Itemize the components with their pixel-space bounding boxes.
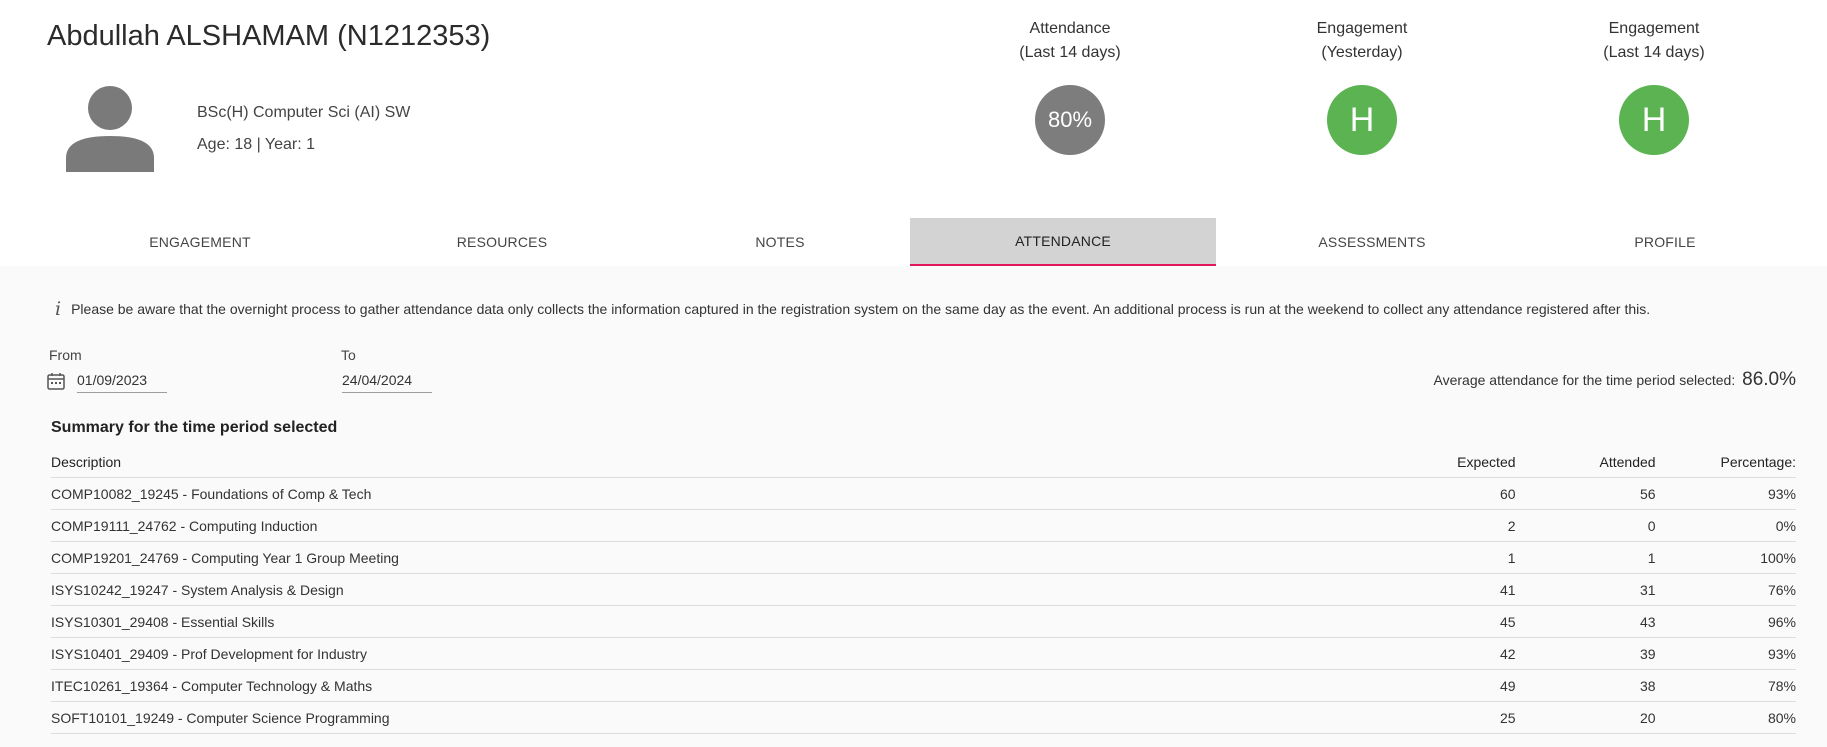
cell-attended: 0 [1515,509,1656,542]
attendance-14-days-metric: Attendance (Last 14 days) [960,17,1180,65]
cell-attended: 38 [1515,669,1656,702]
metric-period: (Last 14 days) [1019,44,1121,61]
average-label: Average attendance for the time period s… [1433,372,1736,388]
tab-bar: ENGAGEMENT RESOURCES NOTES ATTENDANCE AS… [0,218,1827,266]
cell-percentage: 80% [1655,701,1796,734]
column-header-attended: Attended [1515,446,1656,478]
metric-label: Engagement [1608,20,1700,37]
cell-expected: 42 [1417,637,1516,670]
tab-engagement[interactable]: ENGAGEMENT [47,218,353,266]
engagement-14-days-badge: H [1619,85,1689,155]
summary-title: Summary for the time period selected [51,419,338,436]
from-date-input[interactable]: 01/09/2023 [77,368,167,393]
cell-description: ITEC10261_19364 - Computer Technology & … [51,669,1418,702]
table-row: COMP10082_19245 - Foundations of Comp & … [51,477,1796,510]
cell-percentage: 96% [1655,605,1796,638]
cell-expected: 41 [1417,573,1516,606]
cell-percentage: 78% [1655,669,1796,702]
to-label: To [341,347,356,363]
cell-expected: 1 [1417,541,1516,574]
cell-description: ISYS10242_19247 - System Analysis & Desi… [51,573,1418,606]
table-row: SOFT10101_19249 - Computer Science Progr… [51,701,1796,734]
tab-notes[interactable]: NOTES [651,218,909,266]
attendance-14-days-badge: 80% [1035,85,1105,155]
engagement-yesterday-metric: Engagement (Yesterday) [1252,17,1472,65]
cell-description: COMP10082_19245 - Foundations of Comp & … [51,477,1418,510]
avatar-icon [66,86,154,172]
cell-percentage: 76% [1655,573,1796,606]
cell-attended: 39 [1515,637,1656,670]
cell-attended: 31 [1515,573,1656,606]
table-row: COMP19111_24762 - Computing Induction 2 … [51,509,1796,542]
metric-label: Attendance [1029,20,1111,37]
cell-attended: 20 [1515,701,1656,734]
engagement-14-days-metric: Engagement (Last 14 days) [1544,17,1764,65]
cell-attended: 1 [1515,541,1656,574]
table-row: COMP19201_24769 - Computing Year 1 Group… [51,541,1796,574]
column-header-description: Description [51,446,1418,478]
table-row: ITEC10261_19364 - Computer Technology & … [51,669,1796,702]
metric-period: (Last 14 days) [1603,44,1705,61]
cell-expected: 49 [1417,669,1516,702]
column-header-percentage: Percentage: [1655,446,1796,478]
from-label: From [49,347,82,363]
average-value: 86.0% [1742,369,1796,390]
cell-description: SOFT10101_19249 - Computer Science Progr… [51,701,1418,734]
metric-period: (Yesterday) [1321,44,1403,61]
cell-expected: 45 [1417,605,1516,638]
age-year: Age: 18 | Year: 1 [197,136,316,153]
cell-expected: 25 [1417,701,1516,734]
to-date-input[interactable]: 24/04/2024 [342,368,432,393]
attendance-notice: i Please be aware that the overnight pro… [55,298,1650,320]
tab-assessments[interactable]: ASSESSMENTS [1216,218,1528,266]
cell-description: ISYS10401_29409 - Prof Development for I… [51,637,1418,670]
cell-description: COMP19111_24762 - Computing Induction [51,509,1418,542]
cell-attended: 56 [1515,477,1656,510]
attendance-panel: i Please be aware that the overnight pro… [0,266,1827,747]
table-header-row: Description Expected Attended Percentage… [51,446,1796,478]
student-name: Abdullah ALSHAMAM (N1212353) [47,20,491,52]
cell-expected: 60 [1417,477,1516,510]
cell-percentage: 0% [1655,509,1796,542]
column-header-expected: Expected [1417,446,1516,478]
cell-attended: 43 [1515,605,1656,638]
tab-attendance[interactable]: ATTENDANCE [910,218,1216,266]
cell-description: ISYS10301_29408 - Essential Skills [51,605,1418,638]
metric-label: Engagement [1316,20,1408,37]
cell-percentage: 93% [1655,637,1796,670]
cell-description: COMP19201_24769 - Computing Year 1 Group… [51,541,1418,574]
notice-text: Please be aware that the overnight proce… [71,301,1651,317]
cell-expected: 2 [1417,509,1516,542]
table-row: ISYS10301_29408 - Essential Skills 45 43… [51,605,1796,638]
cell-percentage: 100% [1655,541,1796,574]
cell-percentage: 93% [1655,477,1796,510]
tab-resources[interactable]: RESOURCES [353,218,651,266]
info-icon: i [55,298,62,320]
calendar-icon[interactable] [47,372,65,390]
summary-table: Description Expected Attended Percentage… [51,446,1796,734]
average-attendance: Average attendance for the time period s… [1434,369,1796,391]
engagement-yesterday-badge: H [1327,85,1397,155]
tab-profile[interactable]: PROFILE [1528,218,1802,266]
table-row: ISYS10242_19247 - System Analysis & Desi… [51,573,1796,606]
course-name: BSc(H) Computer Sci (AI) SW [197,104,411,121]
table-row: ISYS10401_29409 - Prof Development for I… [51,637,1796,670]
